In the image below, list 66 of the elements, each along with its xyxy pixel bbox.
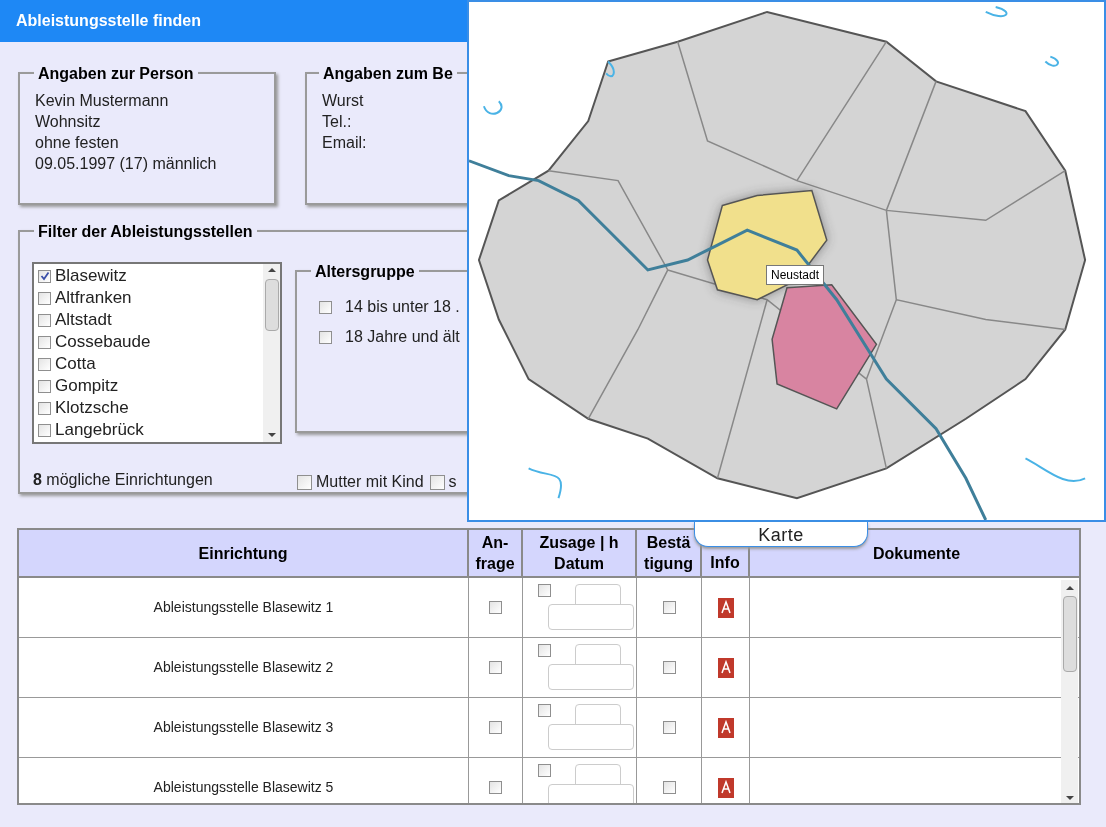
date-field[interactable]: [548, 604, 634, 630]
checkbox[interactable]: [38, 291, 51, 305]
column-header: Dokumente: [872, 543, 961, 564]
result-count: 8 mögliche Einrichtungen: [33, 470, 213, 490]
table-cell-text: Ableistungsstelle Blasewitz 2: [153, 658, 334, 677]
info-text: Kevin Mustermann: [35, 91, 170, 111]
info-text: 09.05.1997 (17) männlich: [35, 154, 217, 174]
window-title: Ableistungsstelle finden: [16, 11, 201, 31]
checkbox[interactable]: [489, 601, 502, 614]
district-listbox[interactable]: Blasewitz Altfranken Altstadt Cossebaude Cotta Gompitz Klotzsche Langebrück: [32, 262, 282, 444]
checkbox[interactable]: [538, 644, 551, 657]
map-tab[interactable]: Karte: [694, 522, 868, 547]
checkbox[interactable]: [538, 584, 551, 597]
checkbox[interactable]: [489, 781, 502, 794]
scroll-down-icon[interactable]: [1065, 796, 1074, 800]
checkbox[interactable]: [538, 704, 551, 717]
scroll-down-icon[interactable]: [267, 433, 276, 437]
date-field[interactable]: [548, 724, 634, 750]
checkbox[interactable]: [662, 661, 676, 674]
info-text: Wohnsitz: [35, 112, 102, 132]
checkbox[interactable]: [38, 335, 51, 349]
checkbox[interactable]: [489, 721, 502, 734]
column-header: Info: [710, 553, 740, 573]
checkbox[interactable]: [429, 474, 445, 490]
table-cell-text: Ableistungsstelle Blasewitz 1: [153, 598, 334, 617]
column-header: Zusage | h Datum: [539, 533, 619, 574]
checkbox-label: 18 Jahre und ält: [345, 327, 460, 347]
scroll-up-icon[interactable]: [1065, 586, 1074, 590]
checkbox[interactable]: [38, 357, 51, 371]
column-header: Bestä tigung: [644, 533, 693, 574]
table-cell-text: Ableistungsstelle Blasewitz 5: [153, 778, 334, 797]
scrollbar[interactable]: [1061, 580, 1078, 803]
checkbox[interactable]: [38, 401, 51, 415]
info-text: Wurst: [322, 91, 365, 111]
checkbox[interactable]: [38, 313, 51, 327]
checkbox[interactable]: [38, 379, 51, 393]
checkbox-label: Mutter mit Kind: [316, 472, 424, 492]
checkbox[interactable]: [489, 661, 502, 674]
checkbox-label: s: [448, 472, 457, 492]
checkbox[interactable]: [38, 423, 51, 437]
scroll-up-icon[interactable]: [267, 268, 276, 272]
scrollbar[interactable]: [263, 264, 280, 442]
pdf-icon[interactable]: [717, 657, 734, 678]
pdf-icon[interactable]: [717, 597, 734, 618]
date-field[interactable]: [548, 664, 634, 690]
pdf-icon[interactable]: [717, 777, 734, 798]
checkbox[interactable]: [538, 764, 551, 777]
scroll-thumb[interactable]: [1062, 596, 1077, 672]
checkbox[interactable]: [662, 601, 676, 614]
scroll-thumb[interactable]: [264, 279, 279, 331]
checkbox-label: 14 bis unter 18 .: [345, 297, 460, 317]
checkbox[interactable]: [319, 330, 332, 344]
table-cell-text: Ableistungsstelle Blasewitz 3: [153, 718, 334, 737]
checkbox[interactable]: [38, 269, 51, 283]
info-text: Tel.:: [322, 112, 353, 132]
date-field[interactable]: [548, 784, 634, 803]
map-tooltip: Neustadt: [766, 265, 825, 285]
info-text: Email:: [322, 133, 367, 153]
checkbox[interactable]: [319, 300, 332, 314]
pdf-icon[interactable]: [717, 717, 734, 738]
column-header: An- frage: [475, 533, 515, 574]
checkbox[interactable]: [297, 474, 312, 490]
checkbox[interactable]: [662, 721, 676, 734]
info-text: ohne festen: [35, 133, 120, 153]
column-header: Einrichtung: [198, 543, 288, 564]
checkbox[interactable]: [662, 781, 676, 794]
